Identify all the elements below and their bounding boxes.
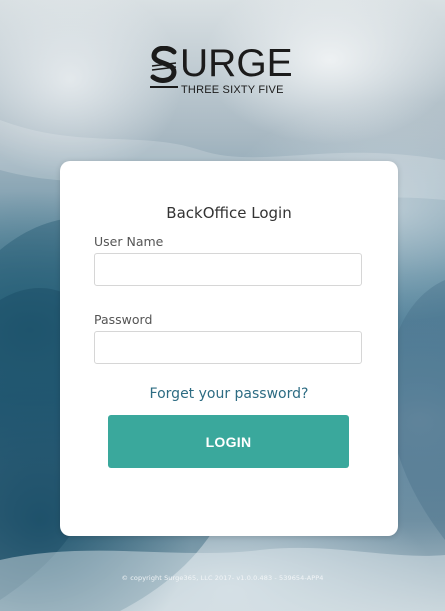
logo-wordmark: URGE [180,42,293,85]
login-card: BackOffice Login User Name Password Forg… [60,161,398,536]
username-label: User Name [94,234,164,249]
logo-tagline: THREE SIXTY FIVE [181,84,284,96]
username-input[interactable] [94,253,362,286]
surge-logo: URGE THREE SIXTY FIVE [150,40,310,102]
login-button[interactable]: LOGIN [108,415,349,468]
copyright-footer: © copyright Surge365, LLC 2017- v1.0.0.4… [121,574,324,582]
password-input[interactable] [94,331,362,364]
surge-s-icon [150,46,177,83]
password-label: Password [94,312,153,327]
forgot-password-link[interactable]: Forget your password? [60,386,398,402]
page-title: BackOffice Login [166,204,292,222]
logo-rule [150,86,178,88]
